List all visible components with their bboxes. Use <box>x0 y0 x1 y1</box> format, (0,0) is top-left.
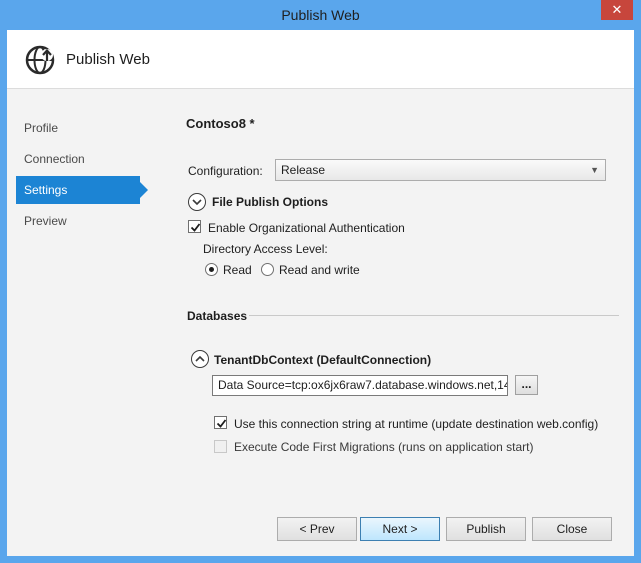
configuration-value: Release <box>281 163 326 177</box>
db-context-title: TenantDbContext (DefaultConnection) <box>214 353 432 367</box>
next-button[interactable]: Next > <box>360 517 440 541</box>
databases-title: Databases <box>187 309 248 323</box>
enable-auth-checkbox[interactable] <box>188 220 201 233</box>
configuration-select[interactable]: Release ▼ <box>275 159 606 181</box>
nav-item-profile[interactable]: Profile <box>16 114 148 142</box>
header-title: Publish Web <box>66 51 150 68</box>
window-title: Publish Web <box>281 7 360 23</box>
window-close-button[interactable]: ✕ <box>601 0 633 20</box>
use-connection-checkbox[interactable] <box>214 416 227 429</box>
connection-string-input[interactable]: Data Source=tcp:ox6jx6raw7.database.wind… <box>212 375 508 396</box>
browse-connection-button[interactable]: ... <box>515 375 538 395</box>
close-button[interactable]: Close <box>532 517 612 541</box>
dialog-header: Publish Web <box>7 30 634 88</box>
migrations-checkbox[interactable] <box>214 440 227 453</box>
publish-web-window: Publish Web ✕ Publish Web Profile Connec… <box>0 0 641 563</box>
use-connection-label: Use this connection string at runtime (u… <box>234 417 599 431</box>
nav-item-preview[interactable]: Preview <box>16 207 148 235</box>
enable-auth-label: Enable Organizational Authentication <box>208 221 405 235</box>
access-readwrite-label: Read and write <box>279 263 360 277</box>
dialog-client: Publish Web Profile Connection Settings … <box>7 30 634 556</box>
databases-divider <box>249 315 619 316</box>
access-readwrite-radio[interactable] <box>261 263 274 276</box>
file-publish-options-title: File Publish Options <box>212 195 329 209</box>
chevron-down-icon: ▼ <box>590 165 599 175</box>
collapse-db-context-icon[interactable] <box>191 350 209 368</box>
publish-button[interactable]: Publish <box>446 517 526 541</box>
access-read-radio[interactable] <box>205 263 218 276</box>
globe-publish-icon <box>24 44 56 76</box>
dialog-body: Profile Connection Settings Preview Cont… <box>7 88 634 556</box>
profile-name: Contoso8 * <box>186 116 255 131</box>
prev-button[interactable]: < Prev <box>277 517 357 541</box>
directory-access-label: Directory Access Level: <box>203 242 328 256</box>
migrations-label: Execute Code First Migrations (runs on a… <box>234 440 534 454</box>
nav-item-connection[interactable]: Connection <box>16 145 148 173</box>
configuration-label: Configuration: <box>188 164 263 178</box>
collapse-file-publish-icon[interactable] <box>188 193 206 211</box>
nav-item-settings[interactable]: Settings <box>16 176 148 204</box>
wizard-nav: Profile Connection Settings Preview <box>16 114 148 238</box>
access-read-label: Read <box>223 263 252 277</box>
